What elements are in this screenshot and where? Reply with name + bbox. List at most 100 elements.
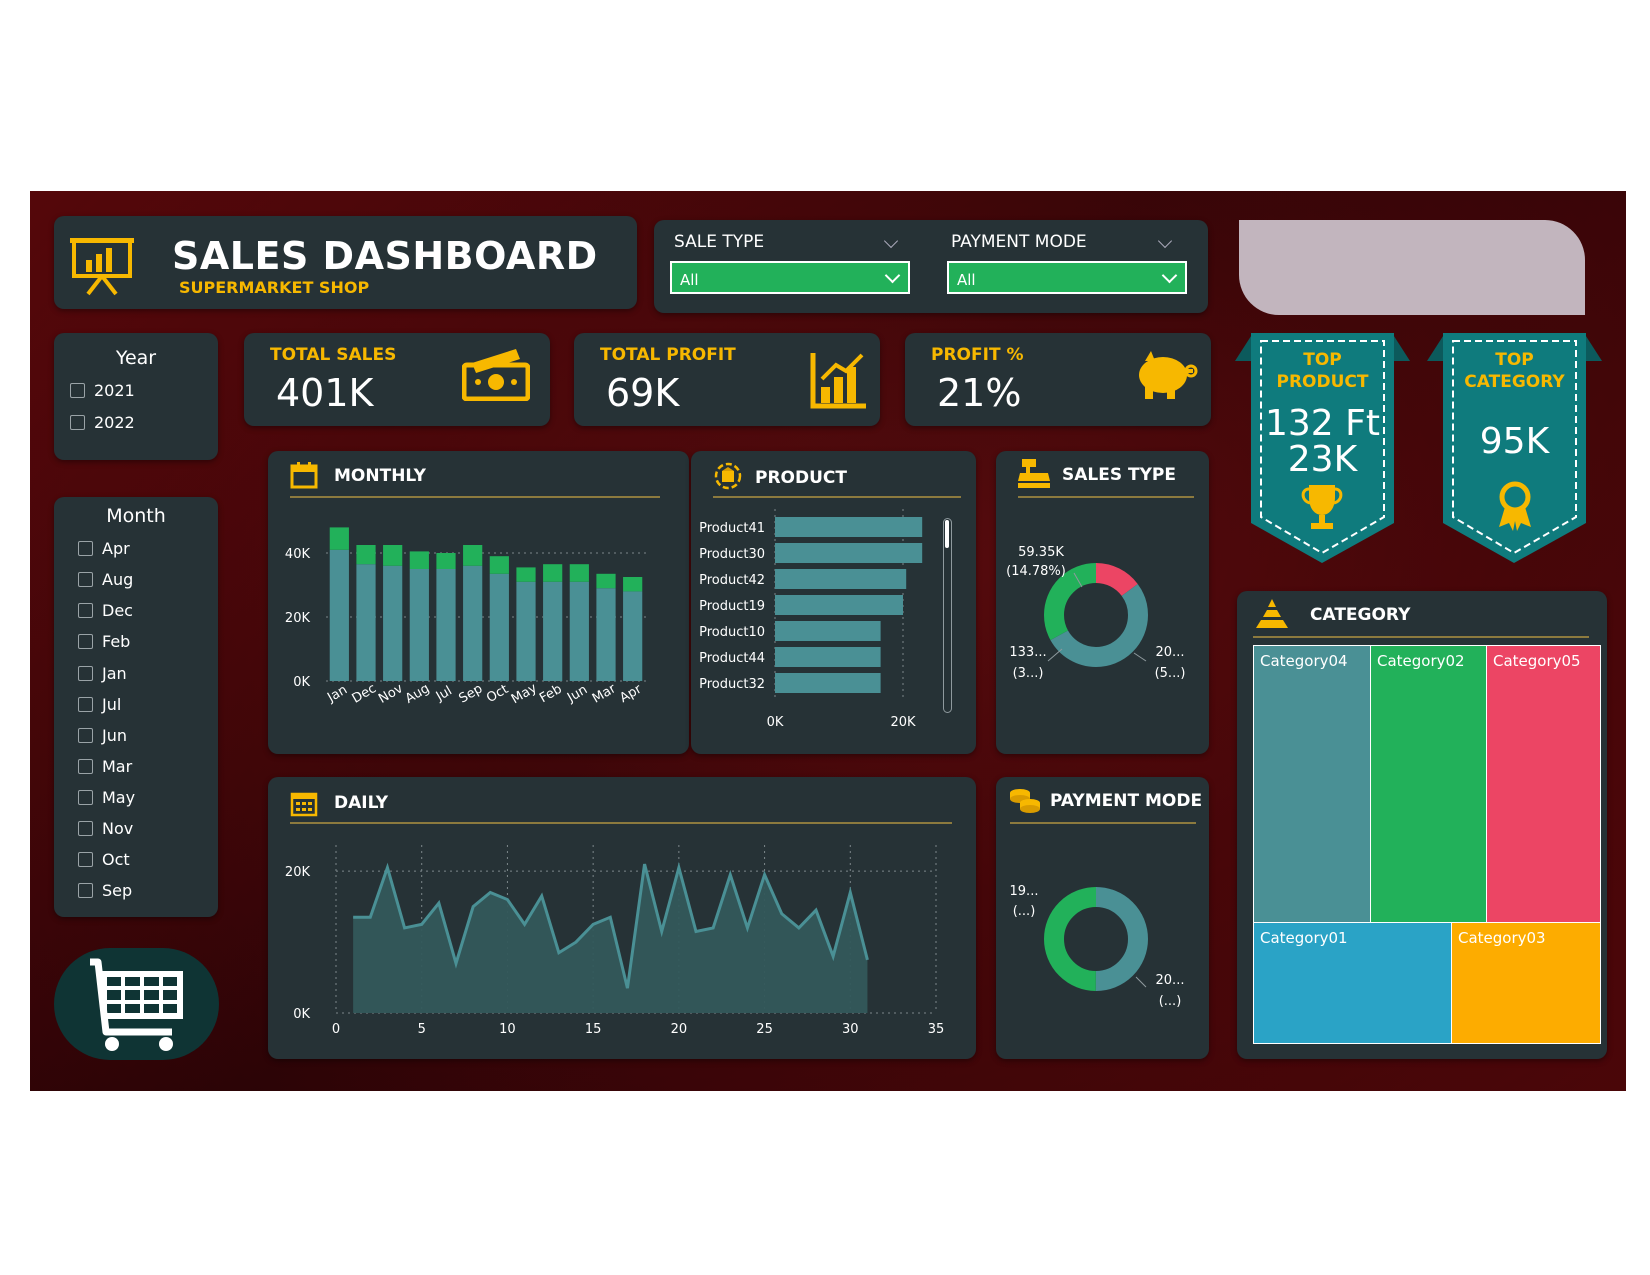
- divider: [1018, 496, 1194, 498]
- bar: [775, 621, 881, 641]
- chevron-down-icon: [1161, 267, 1178, 284]
- total-sales-value: 401K: [276, 371, 374, 415]
- checkbox-icon[interactable]: [70, 383, 85, 398]
- treemap-cell[interactable]: Category05: [1486, 645, 1601, 923]
- month-checkbox[interactable]: Sep: [78, 881, 132, 900]
- total-sales-card: TOTAL SALES 401K: [244, 333, 550, 426]
- year-checkbox[interactable]: 2021: [70, 381, 135, 400]
- sales-type-donut: 59.35K (14.78%) 133... (3...) 20... (5...): [1006, 545, 1186, 681]
- data-label: (3...): [1013, 666, 1044, 681]
- treemap-label: Category05: [1493, 652, 1581, 670]
- month-option: Mar: [102, 757, 133, 776]
- month-checkbox[interactable]: Jul: [78, 695, 121, 714]
- checkbox-icon[interactable]: [78, 728, 93, 743]
- month-checkbox[interactable]: Jun: [78, 726, 127, 745]
- top-category-label-2: CATEGORY: [1464, 372, 1565, 392]
- x-tick-label: 10: [499, 1022, 516, 1037]
- bar: [463, 565, 483, 681]
- bar: [569, 564, 589, 582]
- month-option: May: [102, 788, 136, 807]
- month-option: Oct: [102, 850, 130, 869]
- bar-chart-icon: [810, 353, 866, 409]
- checkbox-icon[interactable]: [78, 603, 93, 618]
- checkbox-icon[interactable]: [78, 541, 93, 556]
- category-label: Product42: [699, 573, 765, 588]
- checkbox-icon[interactable]: [78, 666, 93, 681]
- payment-mode-card: PAYMENT MODE 19... (...) 20... (...): [996, 777, 1209, 1059]
- data-label: (5...): [1155, 666, 1186, 681]
- checkbox-icon[interactable]: [78, 790, 93, 805]
- bar: [775, 517, 923, 537]
- category-label: Product41: [699, 521, 765, 536]
- bar: [329, 527, 349, 550]
- category-label: Product30: [699, 547, 765, 562]
- month-checkbox[interactable]: Oct: [78, 850, 130, 869]
- month-option: Aug: [102, 570, 134, 589]
- product-box-icon: [714, 462, 742, 490]
- bar: [596, 588, 616, 681]
- bar: [436, 569, 456, 681]
- month-checkbox[interactable]: Aug: [78, 570, 133, 589]
- bar: [596, 573, 616, 589]
- piggy-bank-icon: [1139, 351, 1198, 399]
- checkbox-icon[interactable]: [78, 821, 93, 836]
- checkbox-icon[interactable]: [78, 883, 93, 898]
- x-tick-label: Sep: [457, 681, 486, 706]
- x-tick-label: Jul: [433, 684, 455, 705]
- product-bar-chart: 0K 20K Product41 Product30 Product42 Product1…: [699, 509, 923, 730]
- bar: [436, 553, 456, 569]
- treemap-cell[interactable]: Category02: [1370, 645, 1487, 923]
- checkbox-icon[interactable]: [78, 852, 93, 867]
- month-checkbox[interactable]: Nov: [78, 819, 133, 838]
- top-product-value-2: 23K: [1287, 439, 1358, 480]
- product-chart-card: PRODUCT 0K 20K Product41 Product30 Product42…: [691, 451, 976, 754]
- scrollbar-track[interactable]: [943, 518, 952, 713]
- treemap-cell[interactable]: Category01: [1253, 922, 1452, 1044]
- checkbox-icon[interactable]: [78, 697, 93, 712]
- chevron-down-icon[interactable]: [1157, 233, 1173, 249]
- payment-mode-donut: 19... (...) 20... (...): [1010, 884, 1185, 1009]
- sale-type-select[interactable]: All: [670, 261, 910, 294]
- checkbox-icon[interactable]: [78, 759, 93, 774]
- payment-mode-select[interactable]: All: [947, 261, 1187, 294]
- sale-type-value: All: [680, 271, 699, 289]
- treemap-cell[interactable]: Category04: [1253, 645, 1371, 923]
- month-checkbox[interactable]: May: [78, 788, 135, 807]
- chevron-down-icon[interactable]: [883, 233, 899, 249]
- checkbox-icon[interactable]: [78, 572, 93, 587]
- profit-pct-value: 21%: [937, 371, 1022, 415]
- x-tick-label: 20K: [890, 715, 916, 730]
- total-profit-label: TOTAL PROFIT: [600, 345, 736, 365]
- daily-area-chart: 0 5 10 15 20 25 30 35 0K 20K: [285, 845, 944, 1037]
- month-checkbox[interactable]: Apr: [78, 539, 130, 558]
- bar: [329, 549, 349, 681]
- cash-register-icon: [1018, 459, 1050, 488]
- bar: [383, 545, 403, 566]
- year-checkbox[interactable]: 2022: [70, 413, 135, 432]
- checkbox-icon[interactable]: [70, 415, 85, 430]
- month-checkbox[interactable]: Jan: [78, 664, 127, 683]
- category-label: Product19: [699, 599, 765, 614]
- monthly-bar-chart: 0K 20K 40K Jan DecNovAug Jul SepOctMayFeb Jun Ma…: [285, 527, 646, 707]
- y-tick-label: 20K: [285, 611, 311, 626]
- profit-pct-label: PROFIT %: [931, 345, 1024, 365]
- pyramid-icon: [1256, 599, 1288, 628]
- scrollbar-thumb[interactable]: [945, 520, 949, 548]
- month-checkbox[interactable]: Dec: [78, 601, 133, 620]
- x-tick-label: 30: [842, 1022, 859, 1037]
- x-tick-label: 0: [332, 1022, 340, 1037]
- title-card: SALES DASHBOARD SUPERMARKET SHOP: [54, 216, 637, 309]
- total-profit-value: 69K: [606, 371, 680, 415]
- calendar-grid-icon: [290, 792, 318, 817]
- checkbox-icon[interactable]: [78, 634, 93, 649]
- bar: [775, 673, 881, 693]
- treemap-cell[interactable]: Category03: [1451, 922, 1601, 1044]
- year-option: 2022: [94, 413, 135, 432]
- bar: [775, 647, 881, 667]
- data-label: 19...: [1010, 884, 1039, 899]
- divider: [290, 496, 660, 498]
- month-checkbox[interactable]: Feb: [78, 632, 130, 651]
- month-checkbox[interactable]: Mar: [78, 757, 132, 776]
- x-tick-label: 5: [418, 1022, 426, 1037]
- bar: [516, 567, 536, 582]
